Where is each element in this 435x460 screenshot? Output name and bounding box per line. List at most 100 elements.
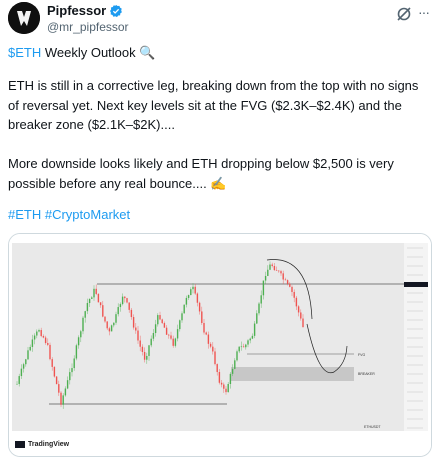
hashtag-link-eth[interactable]: #ETH bbox=[8, 207, 41, 222]
candle-body bbox=[20, 368, 23, 377]
candle-body bbox=[25, 359, 27, 365]
candle-body bbox=[170, 335, 172, 339]
author-name-text[interactable]: Pipfessor bbox=[47, 3, 106, 19]
candle-body bbox=[302, 318, 304, 328]
candle-body bbox=[196, 293, 199, 303]
tradingview-logo-icon bbox=[15, 441, 25, 448]
tradingview-chart: FVG BREAKER ETHUSDT bbox=[9, 234, 431, 456]
candle-body bbox=[216, 364, 218, 373]
candle-body bbox=[225, 388, 227, 393]
candle-body bbox=[242, 346, 245, 348]
candle-body bbox=[137, 330, 139, 341]
candle-body bbox=[132, 317, 135, 328]
candle-body bbox=[77, 337, 80, 346]
author-handle[interactable]: @mr_pipfessor bbox=[47, 20, 129, 35]
candle-body bbox=[223, 384, 225, 389]
candle-body bbox=[201, 311, 203, 323]
candle-body bbox=[247, 340, 249, 345]
candle-body bbox=[108, 328, 111, 332]
candle-body bbox=[293, 291, 295, 298]
candle-body bbox=[18, 376, 20, 384]
candle-body bbox=[198, 302, 201, 312]
candle-body bbox=[275, 270, 278, 271]
candle-body bbox=[273, 265, 276, 271]
candle-body bbox=[172, 338, 174, 346]
tradingview-logo: TradingView bbox=[15, 441, 69, 448]
candle-body bbox=[194, 286, 196, 294]
candle-body bbox=[91, 297, 93, 299]
candle-body bbox=[139, 340, 141, 347]
more-options-icon[interactable]: ··· bbox=[418, 4, 430, 20]
candle-body bbox=[88, 298, 91, 303]
candle-body bbox=[209, 343, 212, 347]
candle-body bbox=[110, 325, 113, 332]
candle-body bbox=[187, 295, 190, 298]
candle-body bbox=[117, 307, 119, 315]
candle-body bbox=[214, 351, 216, 365]
author-avatar[interactable] bbox=[8, 2, 40, 34]
hashtag-link-cryptomarket[interactable]: #CryptoMarket bbox=[45, 207, 130, 222]
tweet-header: Pipfessor @mr_pipfessor ··· bbox=[0, 0, 435, 40]
candle-body bbox=[128, 302, 130, 310]
candle-body bbox=[84, 311, 86, 318]
candle-body bbox=[115, 314, 117, 323]
candle-body bbox=[86, 302, 89, 312]
candle-body bbox=[148, 345, 150, 356]
candle-body bbox=[29, 346, 31, 351]
candle-body bbox=[55, 376, 58, 385]
tweet-paragraph-1: ETH is still in a corrective leg, breaki… bbox=[8, 78, 419, 132]
candle-body bbox=[203, 322, 205, 333]
candle-body bbox=[185, 297, 188, 305]
candle-body bbox=[220, 382, 223, 385]
candle-body bbox=[262, 280, 265, 296]
author-name[interactable]: Pipfessor bbox=[47, 3, 123, 19]
tweet-paragraph-2-text: More downside looks likely and ETH dropp… bbox=[8, 156, 394, 191]
candle-body bbox=[207, 334, 210, 344]
candle-body bbox=[258, 303, 260, 314]
candle-body bbox=[146, 355, 148, 360]
candle-body bbox=[267, 269, 269, 276]
candle-body bbox=[176, 329, 179, 339]
breaker-label: BREAKER bbox=[358, 372, 375, 376]
candle-body bbox=[231, 368, 234, 374]
candle-body bbox=[104, 316, 106, 322]
candle-body bbox=[300, 312, 302, 319]
candle-body bbox=[38, 330, 40, 332]
fvg-label: FVG bbox=[358, 353, 365, 357]
candle-body bbox=[245, 344, 247, 348]
candle-body bbox=[269, 264, 271, 270]
writing-hand-emoji-icon: ✍️ bbox=[210, 175, 227, 191]
candle-body bbox=[69, 372, 71, 381]
title-text: Weekly Outlook bbox=[41, 45, 140, 60]
candle-body bbox=[234, 360, 236, 369]
candle-body bbox=[284, 279, 287, 281]
candle-body bbox=[124, 296, 126, 299]
candle-body bbox=[229, 373, 232, 384]
candle-body bbox=[280, 271, 282, 274]
candle-body bbox=[163, 323, 166, 328]
candle-body bbox=[16, 383, 18, 385]
candle-body bbox=[71, 368, 73, 373]
candle-body bbox=[33, 335, 36, 340]
candle-body bbox=[44, 337, 47, 344]
candle-body bbox=[66, 380, 69, 389]
candle-body bbox=[165, 327, 168, 335]
candle-body bbox=[75, 345, 78, 359]
candle-body bbox=[62, 395, 64, 405]
grok-icon[interactable] bbox=[396, 6, 412, 22]
candle-body bbox=[31, 339, 34, 347]
cashtag-link[interactable]: $ETH bbox=[8, 45, 41, 60]
candle-body bbox=[42, 336, 45, 338]
candle-body bbox=[40, 330, 42, 337]
chart-image[interactable]: FVG BREAKER ETHUSDT TradingView bbox=[8, 233, 432, 457]
candle-body bbox=[157, 315, 159, 325]
candle-body bbox=[159, 315, 161, 320]
candle-body bbox=[130, 309, 133, 318]
hashtag-line: #ETH #CryptoMarket bbox=[8, 205, 130, 225]
avatar-logo-icon bbox=[8, 2, 40, 34]
candle-body bbox=[238, 346, 240, 352]
candle-body bbox=[121, 296, 124, 305]
candle-body bbox=[227, 383, 229, 393]
magnifier-emoji-icon: 🔍 bbox=[139, 45, 156, 60]
candle-body bbox=[53, 366, 56, 377]
